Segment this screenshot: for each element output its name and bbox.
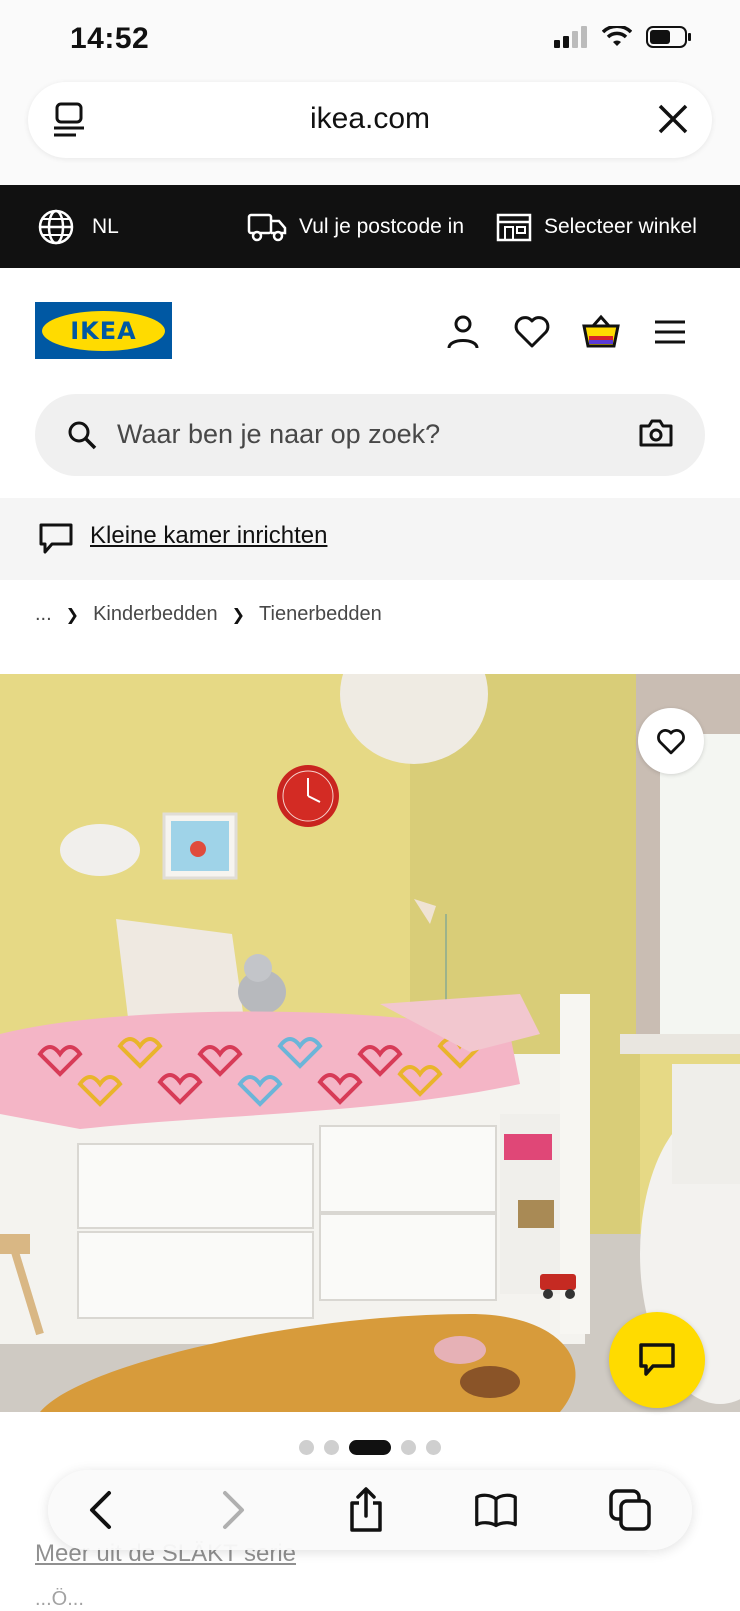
tabs-button[interactable]: [608, 1488, 652, 1532]
browser-chrome: ikea.com: [0, 70, 740, 185]
status-bar: 14:52: [0, 0, 740, 80]
bookmarks-button[interactable]: [474, 1488, 518, 1532]
share-icon: [350, 1487, 382, 1532]
signal-icon: [554, 26, 587, 48]
breadcrumb-item-tienerbedden[interactable]: Tienerbedden: [259, 603, 382, 626]
menu-icon[interactable]: [650, 312, 690, 352]
book-icon: [475, 1493, 517, 1528]
speech-bubble-icon: [39, 523, 73, 554]
globe-icon: [38, 209, 74, 244]
chat-icon: [639, 1343, 675, 1376]
language-label: NL: [92, 214, 119, 238]
store-selector[interactable]: Selecteer winkel: [496, 185, 697, 268]
postcode-label: Vul je postcode in: [299, 214, 464, 238]
battery-icon: [646, 26, 691, 48]
search-placeholder: Waar ben je naar op zoek?: [117, 419, 441, 449]
breadcrumb-item-kinderbedden[interactable]: Kinderbedden: [93, 603, 218, 626]
store-label: Selecteer winkel: [544, 214, 697, 238]
tabs-icon: [609, 1489, 651, 1531]
share-button[interactable]: [344, 1487, 388, 1532]
logo-text: IKEA: [42, 310, 165, 351]
heart-icon: [657, 729, 685, 755]
bedroom-scene-image: [0, 674, 740, 1412]
close-icon[interactable]: [656, 102, 690, 136]
forward-button[interactable]: [212, 1488, 256, 1532]
status-icons: [554, 26, 692, 48]
heart-icon[interactable]: [512, 312, 552, 352]
chevron-right-icon: [223, 1491, 244, 1529]
product-image[interactable]: [0, 674, 740, 1412]
cart-icon[interactable]: [581, 312, 621, 352]
chevron-right-icon: ❯: [65, 606, 80, 624]
ikea-logo[interactable]: IKEA: [35, 302, 172, 359]
carousel-dot[interactable]: [426, 1440, 441, 1455]
browser-toolbar: [48, 1470, 692, 1550]
breadcrumb: ... ❯ Kinderbedden ❯ Tienerbedden: [35, 603, 382, 626]
carousel-dots: [0, 1440, 740, 1455]
language-selector[interactable]: NL: [38, 185, 119, 268]
top-bar: NL Vul je postcode in Selecteer winkel: [0, 185, 740, 268]
account-icon[interactable]: [443, 312, 483, 352]
carousel-dot[interactable]: [401, 1440, 416, 1455]
promo-banner: Kleine kamer inrichten: [0, 498, 740, 580]
url-bar[interactable]: ikea.com: [28, 82, 712, 158]
camera-icon[interactable]: [639, 418, 673, 448]
carousel-dot[interactable]: [299, 1440, 314, 1455]
chat-button[interactable]: [609, 1312, 705, 1408]
breadcrumb-ellipsis[interactable]: ...: [35, 603, 52, 626]
promo-link[interactable]: Kleine kamer inrichten: [90, 522, 327, 550]
chevron-left-icon: [90, 1491, 111, 1529]
back-button[interactable]: [78, 1488, 122, 1532]
truck-icon: [247, 213, 287, 241]
wifi-icon: [602, 26, 632, 46]
postcode-button[interactable]: Vul je postcode in: [247, 185, 464, 268]
url-text[interactable]: ikea.com: [28, 102, 712, 136]
carousel-dot[interactable]: [324, 1440, 339, 1455]
add-to-favorites-button[interactable]: [638, 708, 704, 774]
carousel-dot-active[interactable]: [349, 1440, 391, 1455]
status-time: 14:52: [70, 22, 150, 55]
store-icon: [496, 213, 532, 241]
chevron-right-icon: ❯: [231, 606, 246, 624]
search-input[interactable]: Waar ben je naar op zoek?: [35, 394, 705, 476]
search-icon: [68, 421, 97, 450]
